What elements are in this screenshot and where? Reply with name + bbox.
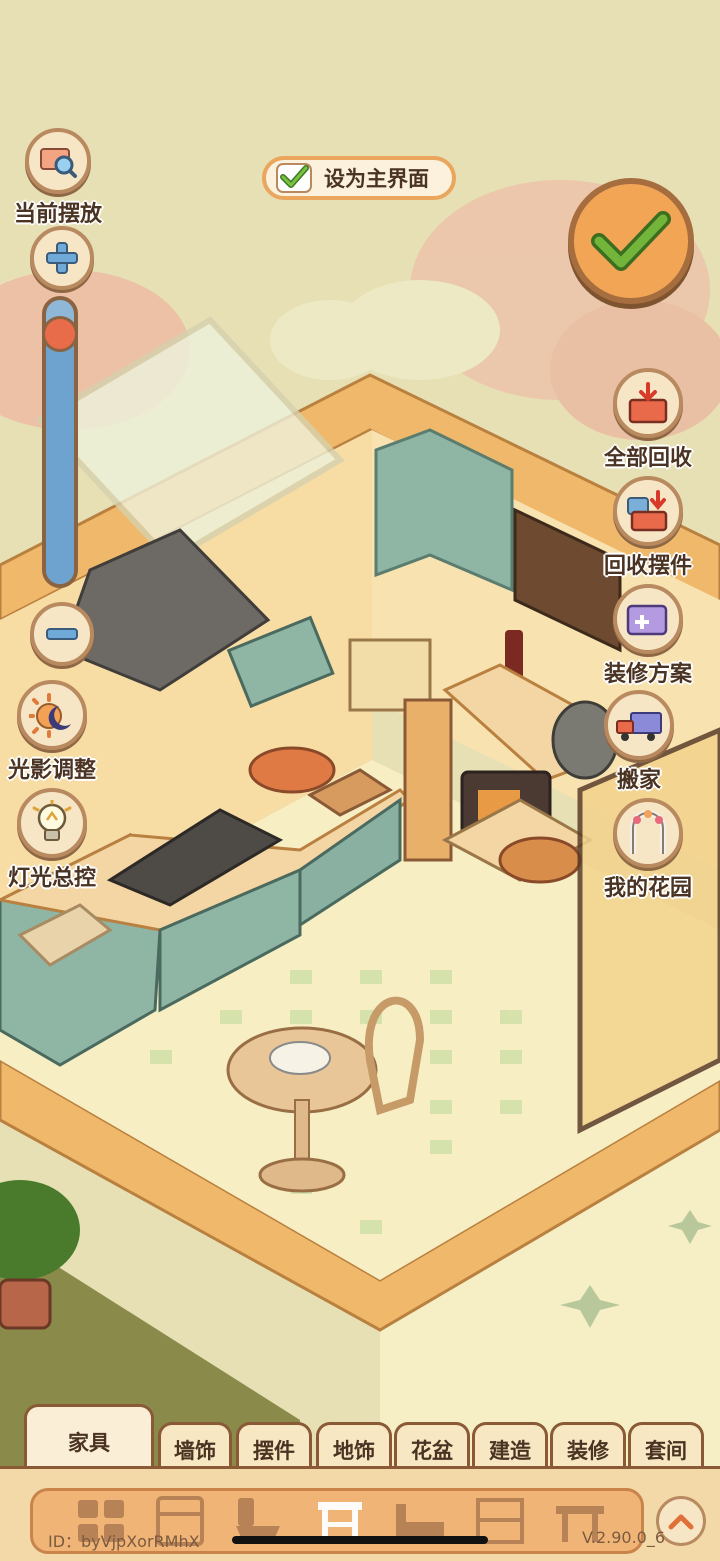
light-control-button[interactable]: 灯光总控 [8,788,96,892]
home-indicator[interactable] [232,1536,488,1544]
vegetable-basket [248,746,336,794]
player-id-text: ID：byVjpXorRMhX [48,1532,200,1551]
lighting-adjust-label: 光影调整 [8,758,97,783]
zoom-out-button[interactable] [30,602,94,666]
sun-moon-icon [17,680,87,750]
decor-plan-button[interactable]: 装修方案 [604,584,692,688]
lighting-adjust-button[interactable]: 光影调整 [8,680,96,784]
set-home-toggle[interactable]: 设为主界面 [262,156,456,200]
plus-icon [30,226,94,290]
bread-basket [498,836,582,884]
my-garden-label: 我的花园 [604,876,693,901]
current-placement-label: 当前摆放 [14,202,103,227]
zoom-slider-fill [46,322,74,584]
garden-arch-icon [613,798,683,868]
truck-icon [604,690,674,760]
plate [269,1041,331,1075]
light-bulb-icon [17,788,87,858]
recycle-all-label: 全部回收 [604,446,693,471]
decor-plan-label: 装修方案 [604,662,693,687]
minus-icon [30,602,94,666]
version-text: V.2.90.0_6 [582,1528,666,1547]
set-home-label: 设为主界面 [324,167,429,191]
recycle-box-icon [613,368,683,438]
move-house-label: 搬家 [616,768,661,793]
current-placement-button[interactable]: 当前摆放 [14,128,102,228]
zoom-in-button[interactable] [30,226,94,290]
confirm-button[interactable] [568,178,694,304]
recycle-all-button[interactable]: 全部回收 [604,368,692,472]
my-garden-button[interactable]: 我的花园 [604,798,692,902]
checkbox-checked-icon[interactable] [276,163,312,193]
chevron-up-icon [668,1514,694,1530]
move-house-button[interactable]: 搬家 [604,690,674,794]
recycle-decor-button[interactable]: 回收摆件 [604,476,692,580]
recycle-decor-icon [613,476,683,546]
light-control-label: 灯光总控 [8,866,97,891]
recycle-decor-label: 回收摆件 [604,554,693,579]
check-icon [591,211,671,271]
folder-plus-icon [613,584,683,654]
placement-search-icon [25,128,91,194]
plant-pot [0,1278,52,1330]
shelf-stand [403,698,453,862]
